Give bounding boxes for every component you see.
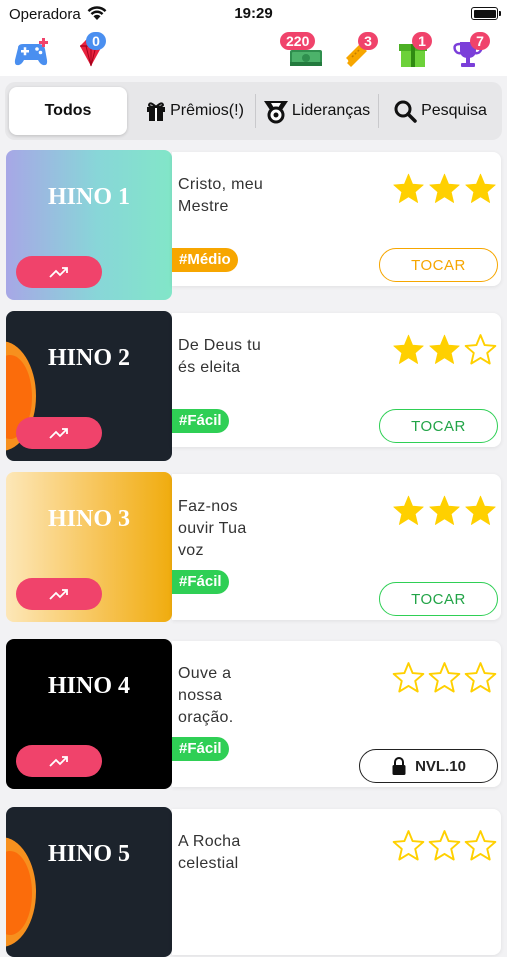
play-button[interactable]: TOCAR: [379, 248, 498, 282]
difficulty-badge: #Médio: [172, 248, 238, 272]
lock-icon: [392, 757, 406, 775]
hymn-card: HINO 5 A Rocha celestial: [6, 807, 501, 957]
star-filled-icon: [429, 334, 460, 364]
hymn-thumbnail[interactable]: HINO 5: [6, 807, 172, 957]
medal-icon: [263, 101, 288, 124]
star-empty-icon: [464, 662, 497, 693]
star-filled-icon: [465, 495, 496, 525]
star-empty-icon: [464, 830, 497, 861]
hymn-name: Ouve a nossa oração.: [178, 665, 234, 726]
hymn-title: HINO 5: [47, 841, 130, 867]
trophy-badge: 7: [470, 32, 490, 50]
tab-premios[interactable]: Prêmios(!): [133, 87, 255, 135]
hymn-name: Faz-nos ouvir Tua voz: [178, 498, 247, 559]
hymn-card: HINO 4 Ouve a nossa oração. #Fácil NVL.1…: [6, 639, 501, 789]
status-bar: Operadora 19:29: [0, 0, 507, 28]
hymn-info: Cristo, meu Mestre #Médio TOCAR: [172, 152, 501, 286]
hymn-info: A Rocha celestial: [172, 809, 501, 955]
hymn-info: Faz-nos ouvir Tua voz #Fácil TOCAR: [172, 474, 501, 620]
difficulty-badge: #Fácil: [172, 409, 229, 433]
hymn-name: De Deus tu és eleita: [178, 337, 262, 376]
gamepad-icon[interactable]: [12, 36, 50, 70]
clock: 19:29: [234, 5, 273, 22]
cash-badge: 220: [280, 32, 316, 50]
hymn-thumbnail[interactable]: HINO 1: [6, 150, 172, 300]
hymn-card: HINO 2 De Deus tu és eleita #Fácil TOCAR: [6, 311, 501, 461]
tab-label: Prêmios(!): [170, 102, 244, 119]
tab-label: Pesquisa: [421, 102, 487, 119]
hymn-name: Cristo, meu Mestre: [178, 176, 264, 215]
gift-icon: [147, 102, 166, 121]
locked-button[interactable]: NVL.10: [359, 749, 498, 783]
hymn-title: HINO 3: [47, 506, 130, 532]
star-empty-icon: [392, 662, 425, 693]
trending-button[interactable]: [16, 745, 102, 777]
play-button[interactable]: TOCAR: [379, 409, 498, 443]
level-requirement: NVL.10: [415, 757, 466, 775]
battery-icon: [471, 7, 501, 20]
star-empty-icon: [392, 830, 425, 861]
hymn-thumbnail[interactable]: HINO 2: [6, 311, 172, 461]
tab-divider: [255, 94, 256, 128]
gem-badge: 0: [86, 32, 106, 50]
trending-button[interactable]: [16, 256, 102, 288]
tab-pesquisa[interactable]: Pesquisa: [381, 87, 499, 135]
star-filled-icon: [465, 173, 496, 203]
trending-up-icon: [49, 428, 68, 439]
hymn-thumbnail[interactable]: HINO 3: [6, 472, 172, 622]
trending-up-icon: [49, 756, 68, 767]
star-empty-icon: [428, 662, 461, 693]
rating-stars: [392, 829, 497, 862]
ticket-badge: 3: [358, 32, 378, 50]
star-empty-icon: [464, 334, 497, 365]
tab-todos[interactable]: Todos: [9, 87, 127, 135]
tab-label: Todos: [44, 102, 92, 119]
hymn-title: HINO 4: [47, 673, 130, 699]
hymn-info: Ouve a nossa oração. #Fácil NVL.10: [172, 641, 501, 787]
trending-button[interactable]: [16, 578, 102, 610]
difficulty-badge: #Fácil: [172, 570, 229, 594]
hymn-title: HINO 2: [47, 345, 130, 371]
trending-button[interactable]: [16, 417, 102, 449]
hymn-card: HINO 3 Faz-nos ouvir Tua voz #Fácil TOCA…: [6, 472, 501, 622]
hymn-info: De Deus tu és eleita #Fácil TOCAR: [172, 313, 501, 447]
trending-up-icon: [49, 267, 68, 278]
rating-stars: [392, 661, 497, 694]
gift-box-badge: 1: [412, 32, 432, 50]
top-bar: 0 220 3 1 7: [0, 28, 507, 76]
difficulty-badge: #Fácil: [172, 737, 229, 761]
star-empty-icon: [428, 830, 461, 861]
filter-tabs: Todos Prêmios(!) Lideranças Pesquisa: [5, 82, 502, 140]
star-filled-icon: [429, 173, 460, 203]
tab-divider: [378, 94, 379, 128]
tab-liderancas[interactable]: Lideranças: [257, 87, 375, 135]
hymn-card: HINO 1 Cristo, meu Mestre #Médio TOCAR: [6, 150, 501, 300]
star-filled-icon: [393, 495, 424, 525]
star-filled-icon: [429, 495, 460, 525]
hymn-name: A Rocha celestial: [178, 833, 241, 872]
rating-stars: [392, 333, 497, 366]
hymn-thumbnail[interactable]: HINO 4: [6, 639, 172, 789]
star-filled-icon: [393, 334, 424, 364]
star-filled-icon: [393, 173, 424, 203]
play-button[interactable]: TOCAR: [379, 582, 498, 616]
rating-stars: [392, 172, 497, 205]
rating-stars: [392, 494, 497, 527]
trending-up-icon: [49, 589, 68, 600]
search-icon: [394, 100, 417, 123]
tab-label: Lideranças: [291, 102, 371, 119]
hymn-title: HINO 1: [47, 184, 130, 210]
